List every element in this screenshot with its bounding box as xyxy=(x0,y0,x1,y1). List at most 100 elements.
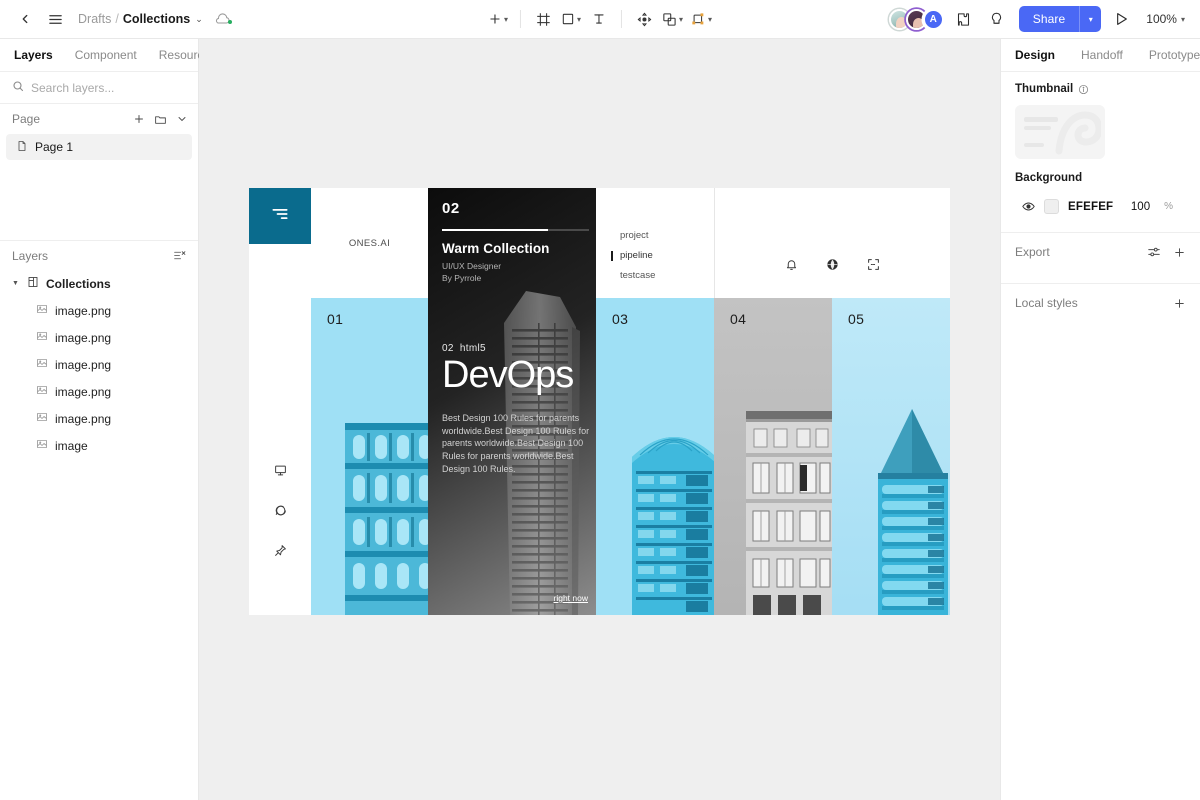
eye-icon[interactable] xyxy=(1022,200,1035,213)
background-hex-value[interactable]: EFEFEF xyxy=(1068,201,1113,213)
folder-icon[interactable] xyxy=(154,113,167,126)
chevron-down-icon[interactable]: ▾ xyxy=(679,15,683,24)
toolbar-center-group: ▾ ▾ ▾ ▾ xyxy=(485,4,715,34)
globe-icon[interactable] xyxy=(826,258,839,271)
top-toolbar: Drafts / Collections ⌄ ▾ ▾ ▾ ▾ A Share ▾… xyxy=(0,0,1200,39)
plugin-puzzle-icon[interactable] xyxy=(951,6,977,32)
add-tool[interactable]: ▾ xyxy=(485,4,511,34)
layer-row-image-1[interactable]: image.png xyxy=(0,297,198,324)
search-layers-row xyxy=(0,72,198,104)
logo-box[interactable] xyxy=(249,188,311,244)
shape-tool[interactable]: ▾ xyxy=(558,4,584,34)
nav-item-project[interactable]: project xyxy=(620,226,714,246)
image-icon xyxy=(36,438,48,453)
layer-options-icon[interactable] xyxy=(173,249,186,262)
kicker-number: 02 xyxy=(442,343,454,354)
scan-fullscreen-icon[interactable] xyxy=(867,258,880,271)
thumbnail-placeholder-bar xyxy=(1024,143,1044,147)
boolean-tool[interactable]: ▾ xyxy=(659,4,686,34)
frame-tool[interactable] xyxy=(530,4,556,34)
zoom-control[interactable]: 100% ▾ xyxy=(1141,6,1190,32)
thumbnail-section: Thumbnail xyxy=(1001,72,1200,159)
present-play-button[interactable] xyxy=(1108,6,1134,32)
pin-icon[interactable] xyxy=(274,544,287,557)
tab-layers[interactable]: Layers xyxy=(14,48,53,62)
layers-section-header: Layers xyxy=(0,240,198,270)
move-tool[interactable] xyxy=(631,4,657,34)
thumbnail-swoosh-graphic xyxy=(1055,111,1101,155)
nav-item-testcase[interactable]: testcase xyxy=(620,266,714,286)
present-monitor-icon[interactable] xyxy=(274,464,287,477)
cloud-sync-icon xyxy=(215,11,232,27)
search-input[interactable] xyxy=(31,80,181,95)
share-dropdown-caret[interactable]: ▾ xyxy=(1079,6,1102,32)
tab-component[interactable]: Component xyxy=(75,48,137,62)
layer-row-image-4[interactable]: image.png xyxy=(0,378,198,405)
chevron-down-icon[interactable] xyxy=(176,113,188,125)
collections-frame[interactable]: ONES.AI 02 Warm Collection UI/UX Designe… xyxy=(249,188,950,615)
page-section-actions xyxy=(133,113,188,126)
share-control: Share ▾ xyxy=(1018,6,1102,32)
right-now-link[interactable]: right now xyxy=(554,593,589,603)
layer-row-image-6[interactable]: image xyxy=(0,432,198,459)
right-sidebar: Design Handoff Prototype Thumbnail Backg… xyxy=(1000,39,1200,800)
bell-icon[interactable] xyxy=(785,258,798,271)
page-item-page-1[interactable]: Page 1 xyxy=(6,134,192,160)
layer-label: image xyxy=(55,438,88,453)
left-panel-tabs: Layers Component Resource xyxy=(0,39,210,72)
sliders-icon[interactable] xyxy=(1147,245,1161,259)
gallery-card-04[interactable]: 04 xyxy=(714,298,832,615)
opacity-unit-label: % xyxy=(1164,201,1173,212)
chevron-down-icon[interactable]: ▾ xyxy=(708,15,712,24)
share-button[interactable]: Share xyxy=(1018,6,1080,32)
card-number: 04 xyxy=(730,311,747,327)
avatar-user-3[interactable]: A xyxy=(922,8,944,30)
breadcrumb-parent[interactable]: Drafts xyxy=(78,12,111,26)
spire-tower-building-image xyxy=(878,409,948,615)
background-color-swatch[interactable] xyxy=(1044,199,1059,214)
back-button[interactable] xyxy=(10,4,40,34)
gallery-card-01[interactable]: 01 xyxy=(311,298,428,615)
design-canvas[interactable]: ONES.AI 02 Warm Collection UI/UX Designe… xyxy=(199,39,1000,800)
text-tool[interactable] xyxy=(586,4,612,34)
background-opacity-value[interactable]: 100 xyxy=(1131,201,1150,213)
gallery-card-03[interactable]: 03 xyxy=(596,298,714,615)
info-icon[interactable] xyxy=(1078,84,1089,95)
layer-row-image-3[interactable]: image.png xyxy=(0,351,198,378)
plus-icon[interactable] xyxy=(1173,297,1186,310)
gallery-card-05[interactable]: 05 xyxy=(832,298,950,615)
chevron-expanded-icon[interactable]: ▼ xyxy=(12,280,20,287)
chevron-down-icon[interactable]: ▾ xyxy=(577,15,581,24)
comment-icon[interactable] xyxy=(274,504,287,517)
chevron-down-icon[interactable]: ▾ xyxy=(504,15,508,24)
nav-item-pipeline[interactable]: pipeline xyxy=(611,246,714,266)
collaborator-avatars: A xyxy=(888,8,944,30)
thumbnail-section-label: Thumbnail xyxy=(1015,83,1186,95)
plus-icon[interactable] xyxy=(133,113,145,125)
plus-icon[interactable] xyxy=(1173,246,1186,259)
component-tool[interactable]: ▾ xyxy=(688,4,715,34)
layer-label: image.png xyxy=(55,357,112,372)
layer-row-image-5[interactable]: image.png xyxy=(0,405,198,432)
tab-handoff[interactable]: Handoff xyxy=(1081,48,1123,62)
breadcrumb[interactable]: Drafts / Collections ⌄ xyxy=(78,12,203,26)
chevron-down-icon[interactable]: ⌄ xyxy=(195,14,203,25)
thumbnail-preview[interactable] xyxy=(1015,105,1105,159)
toolbar-divider xyxy=(519,10,521,28)
image-icon xyxy=(36,384,48,399)
feature-card-author: By Pyrrole xyxy=(442,273,482,284)
lightbulb-icon[interactable] xyxy=(984,6,1010,32)
toolbar-divider xyxy=(621,10,622,28)
layer-row-collections[interactable]: ▼ Collections xyxy=(0,270,198,297)
export-actions xyxy=(1147,245,1186,259)
layer-row-image-2[interactable]: image.png xyxy=(0,324,198,351)
main-menu-button[interactable] xyxy=(40,4,70,34)
tab-design[interactable]: Design xyxy=(1015,48,1055,62)
breadcrumb-current[interactable]: Collections xyxy=(123,12,190,26)
chevron-down-icon[interactable]: ▾ xyxy=(1181,15,1185,24)
thumbnail-label-text: Thumbnail xyxy=(1015,83,1074,95)
toolbar-left-group: Drafts / Collections ⌄ xyxy=(0,4,232,34)
thumbnail-placeholder-bar xyxy=(1024,126,1051,130)
tab-prototype[interactable]: Prototype xyxy=(1149,48,1200,62)
feature-card-kicker: 02 html5 xyxy=(442,343,596,354)
